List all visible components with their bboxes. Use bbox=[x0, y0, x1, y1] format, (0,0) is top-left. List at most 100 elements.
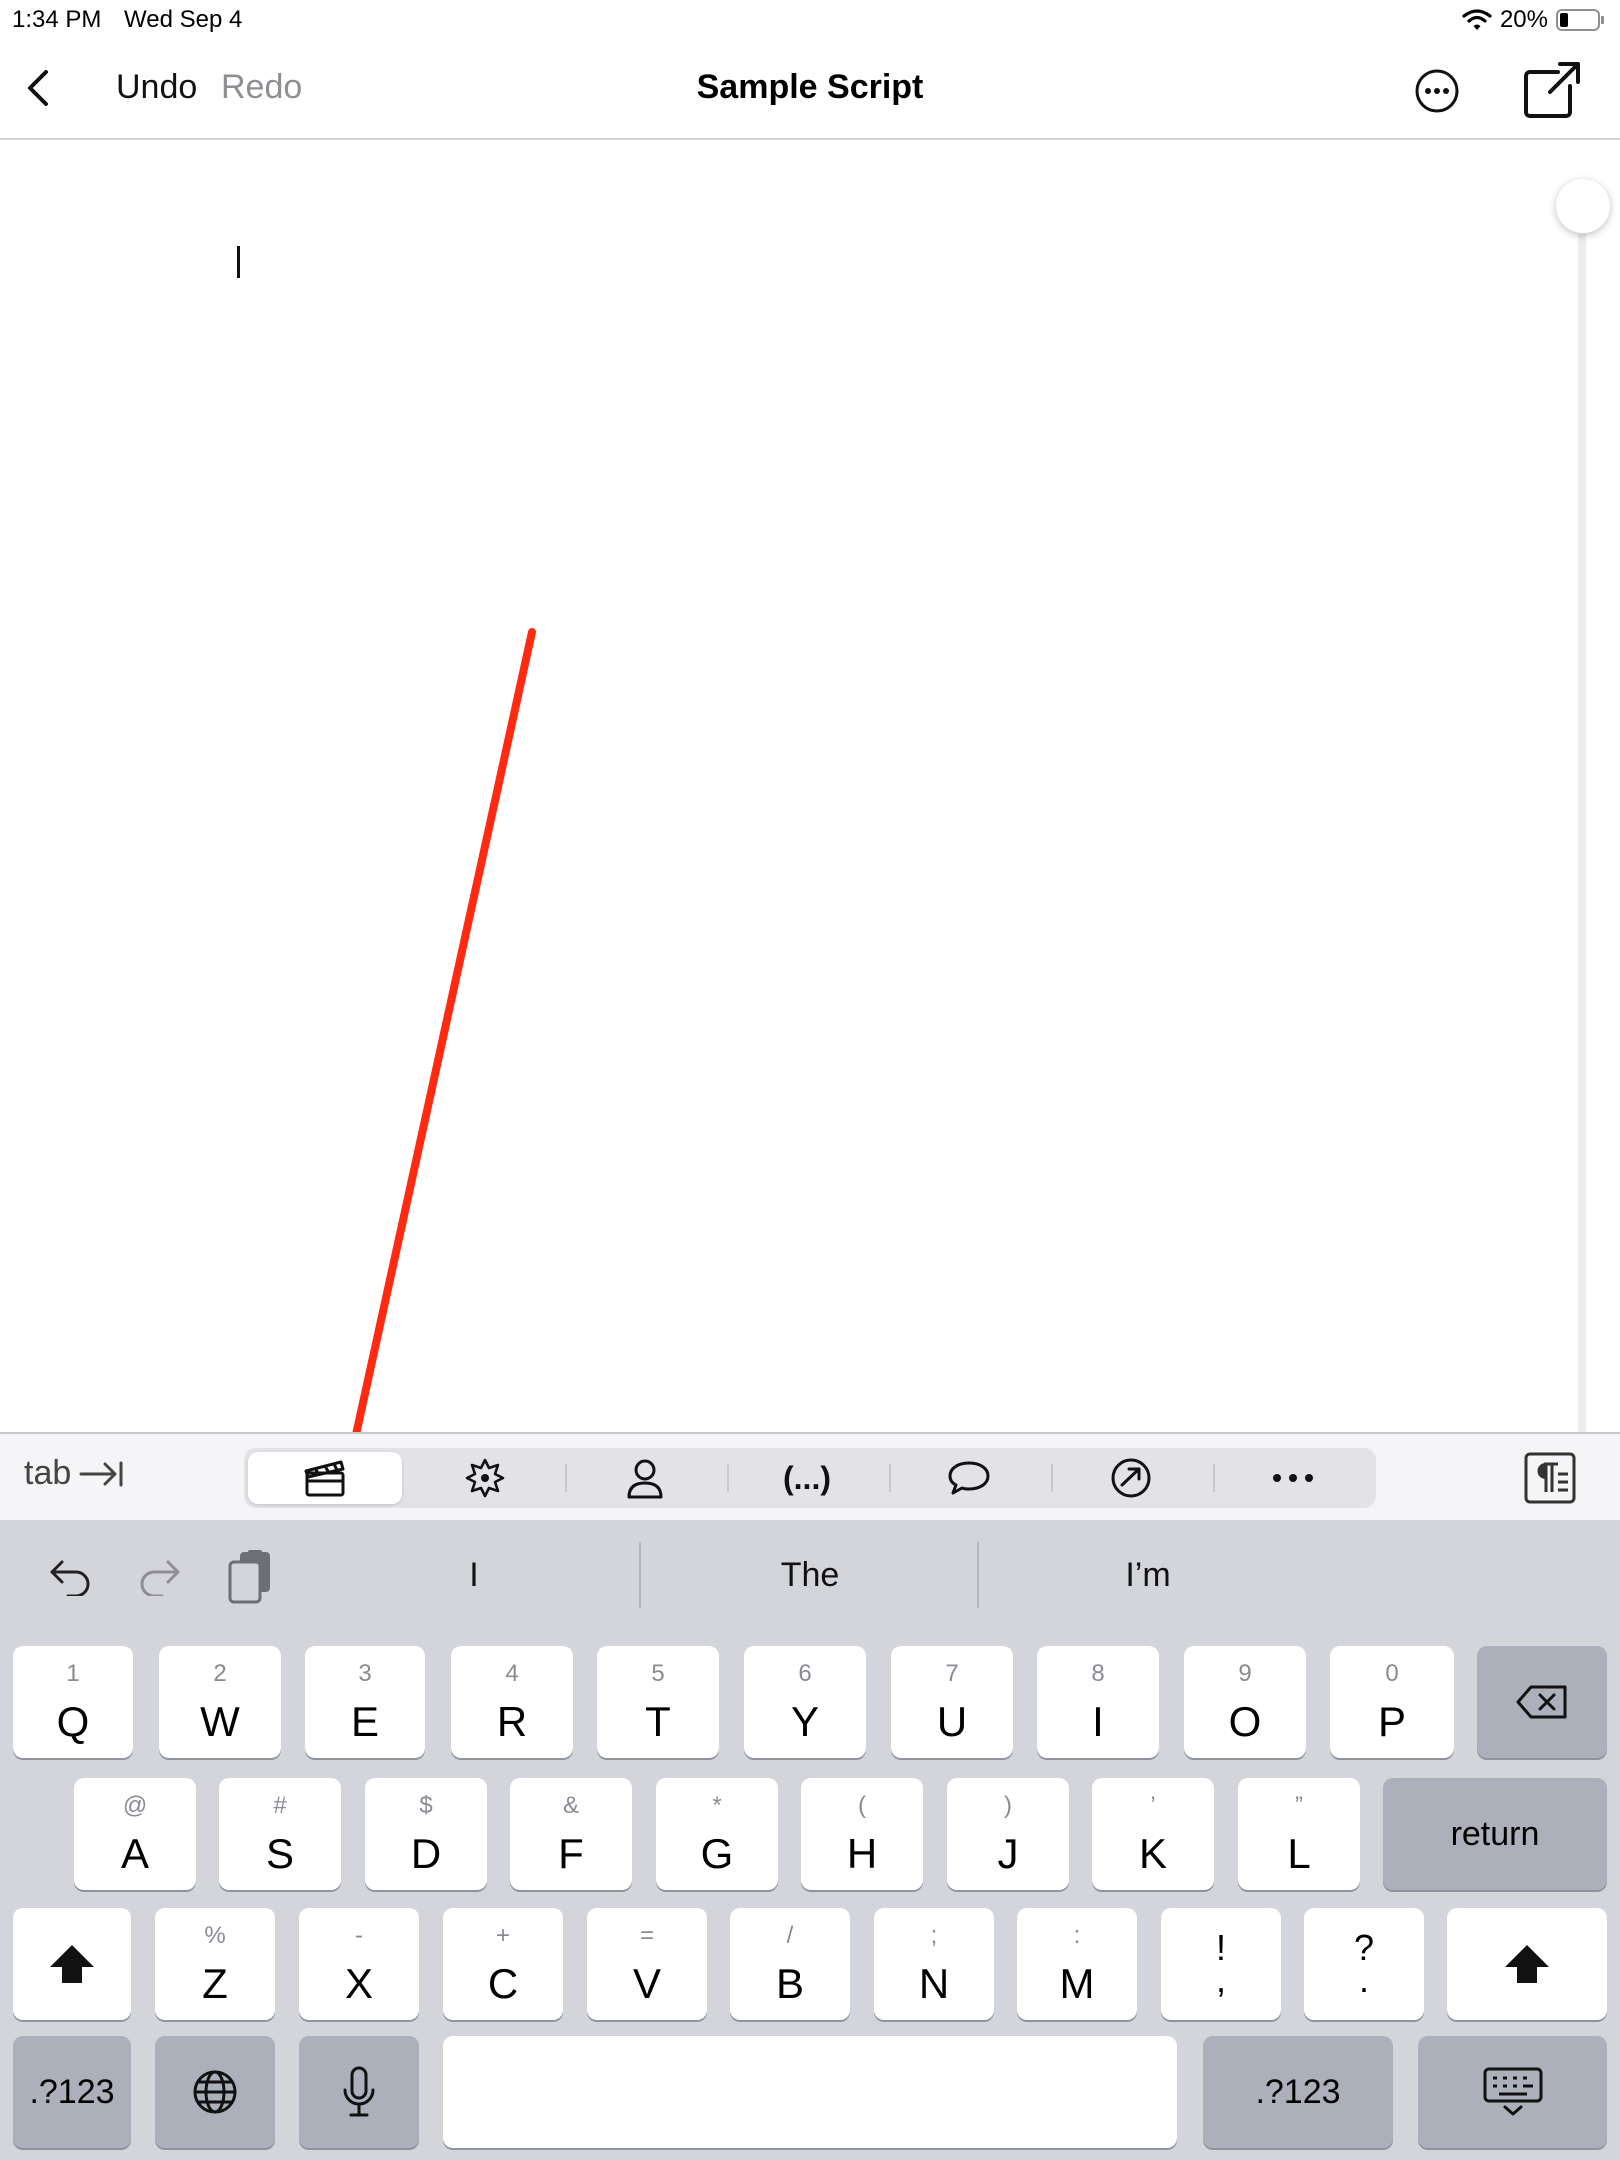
scroll-track[interactable] bbox=[1578, 234, 1586, 1432]
wifi-icon bbox=[1462, 9, 1492, 30]
segment-character[interactable] bbox=[568, 1452, 722, 1504]
key-bottom-label: , bbox=[1215, 1959, 1226, 2000]
space-bar[interactable] bbox=[443, 2036, 1177, 2148]
key-j[interactable]: ) J bbox=[947, 1778, 1069, 1890]
key-e[interactable]: 3E bbox=[305, 1646, 425, 1758]
key-alt-label: 3 bbox=[358, 1660, 372, 1687]
key-alt-label: * bbox=[712, 1792, 722, 1819]
backspace-icon bbox=[1516, 1685, 1567, 1719]
keyboard-dismiss-icon bbox=[1483, 2067, 1542, 2116]
software-keyboard: I The I’m 1Q 2W 3E 4R 5T 6Y 7U 8I 9O 0P … bbox=[0, 1520, 1620, 2160]
more-options-icon[interactable] bbox=[1414, 68, 1460, 114]
key-exclamation-comma[interactable]: !, bbox=[1161, 1908, 1281, 2020]
tab-button[interactable]: tab bbox=[24, 1454, 125, 1493]
key-c[interactable]: + C bbox=[443, 1908, 563, 2020]
shift-icon bbox=[50, 1945, 94, 1983]
suggestion-3[interactable]: I’m bbox=[979, 1556, 1317, 1595]
segment-action[interactable] bbox=[408, 1452, 562, 1504]
key-label: N bbox=[918, 1960, 950, 2007]
key-label: M bbox=[1059, 1960, 1095, 2007]
paragraph-format-icon[interactable] bbox=[1524, 1452, 1576, 1504]
key-label: Y bbox=[790, 1698, 819, 1745]
segment-parenthetical[interactable]: (...) bbox=[730, 1452, 884, 1504]
dismiss-keyboard-key[interactable] bbox=[1418, 2036, 1607, 2148]
predictive-suggestion-bar: I The I’m bbox=[0, 1520, 1620, 1632]
key-question-period[interactable]: ?. bbox=[1304, 1908, 1424, 2020]
segment-divider bbox=[565, 1464, 567, 1492]
numbers-key-right[interactable]: .?123 bbox=[1203, 2036, 1393, 2148]
key-label: D bbox=[410, 1830, 442, 1877]
return-key[interactable]: return bbox=[1383, 1778, 1607, 1890]
character-person-icon bbox=[627, 1459, 663, 1499]
key-p[interactable]: 0P bbox=[1330, 1646, 1454, 1758]
segment-dialogue[interactable] bbox=[892, 1452, 1046, 1504]
globe-icon bbox=[193, 2070, 237, 2114]
key-d[interactable]: $ D bbox=[365, 1778, 487, 1890]
parenthetical-icon: (...) bbox=[783, 1459, 831, 1496]
key-s[interactable]: # S bbox=[219, 1778, 341, 1890]
segment-scene-heading[interactable] bbox=[248, 1452, 402, 1504]
numbers-key-left[interactable]: .?123 bbox=[13, 2036, 131, 2148]
key-m[interactable]: :M bbox=[1017, 1908, 1137, 2020]
key-l[interactable]: ” L bbox=[1238, 1778, 1360, 1890]
key-w[interactable]: 2W bbox=[159, 1646, 281, 1758]
clapperboard-icon bbox=[304, 1460, 345, 1497]
clipboard-paste-icon[interactable] bbox=[226, 1550, 274, 1604]
navigation-bar: Undo Redo Sample Script bbox=[0, 40, 1620, 140]
key-a[interactable]: @ A bbox=[74, 1778, 196, 1890]
key-alt-label: 6 bbox=[798, 1660, 812, 1687]
key-label: B bbox=[775, 1960, 804, 2007]
key-f[interactable]: & F bbox=[510, 1778, 632, 1890]
key-n[interactable]: ; N bbox=[874, 1908, 994, 2020]
segment-transition[interactable] bbox=[1054, 1452, 1208, 1504]
key-r[interactable]: 4R bbox=[451, 1646, 573, 1758]
key-alt-label: % bbox=[204, 1922, 226, 1949]
globe-key[interactable] bbox=[155, 2036, 275, 2148]
key-k[interactable]: ’ K bbox=[1092, 1778, 1214, 1890]
suggestion-2[interactable]: The bbox=[641, 1556, 979, 1595]
key-q[interactable]: 1Q bbox=[13, 1646, 133, 1758]
key-alt-label: - bbox=[355, 1922, 363, 1949]
key-alt-label: 1 bbox=[66, 1660, 80, 1687]
status-date: Wed Sep 4 bbox=[124, 6, 243, 33]
key-i[interactable]: 8I bbox=[1037, 1646, 1159, 1758]
key-y[interactable]: 6Y bbox=[744, 1646, 866, 1758]
key-v[interactable]: = V bbox=[587, 1908, 707, 2020]
dictation-key[interactable] bbox=[299, 2036, 419, 2148]
element-type-segmented-control: (...) bbox=[244, 1448, 1376, 1508]
shift-left-key[interactable] bbox=[13, 1908, 131, 2020]
key-label: J bbox=[997, 1830, 1019, 1877]
delete-key[interactable] bbox=[1477, 1646, 1607, 1758]
battery-icon bbox=[1556, 9, 1604, 31]
annotation-arrow-icon bbox=[322, 628, 536, 1526]
key-o[interactable]: 9O bbox=[1184, 1646, 1306, 1758]
status-bar: 1:34 PM Wed Sep 4 20% bbox=[0, 0, 1620, 40]
suggestion-1[interactable]: I bbox=[305, 1556, 643, 1595]
key-label: W bbox=[200, 1698, 240, 1745]
key-x[interactable]: -X bbox=[299, 1908, 419, 2020]
key-g[interactable]: * G bbox=[656, 1778, 778, 1890]
shift-right-key[interactable] bbox=[1447, 1908, 1607, 2020]
undo-button[interactable]: Undo bbox=[116, 68, 197, 107]
action-burst-icon bbox=[465, 1458, 505, 1498]
key-t[interactable]: 5T bbox=[597, 1646, 719, 1758]
back-chevron-icon[interactable] bbox=[20, 66, 56, 110]
share-export-icon[interactable] bbox=[1522, 58, 1582, 120]
scroll-thumb[interactable] bbox=[1556, 179, 1610, 233]
key-label: X bbox=[344, 1960, 373, 2007]
transition-link-icon bbox=[1111, 1458, 1151, 1498]
key-alt-label: 2 bbox=[213, 1660, 227, 1687]
key-z[interactable]: % Z bbox=[155, 1908, 275, 2020]
key-b[interactable]: / B bbox=[730, 1908, 850, 2020]
keyboard-undo-icon[interactable] bbox=[48, 1556, 92, 1596]
key-u[interactable]: 7U bbox=[891, 1646, 1013, 1758]
keyboard-redo-icon[interactable] bbox=[138, 1556, 182, 1596]
key-alt-label: 4 bbox=[505, 1660, 519, 1687]
script-editor[interactable] bbox=[0, 142, 1620, 1526]
segment-more[interactable] bbox=[1216, 1452, 1370, 1504]
element-toolbar: tab (...) bbox=[0, 1432, 1620, 1520]
numbers-label: .?123 bbox=[1255, 2072, 1341, 2111]
redo-button[interactable]: Redo bbox=[221, 68, 302, 107]
key-alt-label: 9 bbox=[1238, 1660, 1252, 1687]
key-h[interactable]: (H bbox=[801, 1778, 923, 1890]
